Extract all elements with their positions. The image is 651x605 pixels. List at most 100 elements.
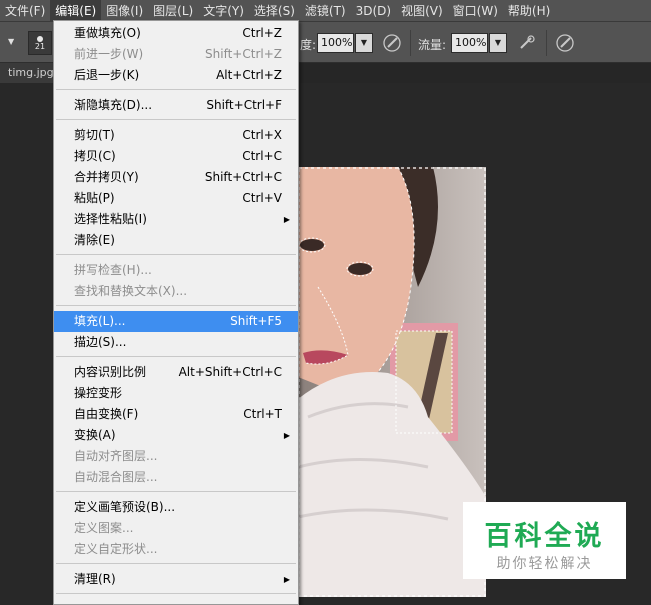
options-separator	[546, 30, 547, 56]
menu-item-define-brush-preset[interactable]: 定义画笔预设(B)...	[54, 497, 298, 518]
menu-item-paste[interactable]: 粘贴(P) Ctrl+V	[54, 188, 298, 209]
menu-item-puppet-warp[interactable]: 操控变形	[54, 383, 298, 404]
brush-preset-picker[interactable]: ▼ 21	[4, 31, 52, 55]
menu-item-shortcut: Alt+Shift+Ctrl+C	[178, 365, 282, 379]
menu-item-copy-merged[interactable]: 合并拷贝(Y) Shift+Ctrl+C	[54, 167, 298, 188]
menu-item-label: 自由变换(F)	[74, 407, 139, 421]
submenu-arrow-icon: ▶	[283, 215, 290, 224]
menu-item-label: 渐隐填充(D)...	[74, 98, 153, 112]
menu-item-label: 前进一步(W)	[74, 47, 144, 61]
menu-item-shortcut: Ctrl+Z	[242, 26, 282, 40]
menu-help[interactable]: 帮助(H)	[503, 0, 555, 22]
menu-item-label: 自动对齐图层...	[74, 449, 158, 463]
menu-item-auto-align-layers[interactable]: 自动对齐图层...	[54, 446, 298, 467]
menu-type[interactable]: 文字(Y)	[198, 0, 249, 22]
menu-item-cut[interactable]: 剪切(T) Ctrl+X	[54, 125, 298, 146]
menu-edit[interactable]: 编辑(E)	[50, 0, 102, 22]
opacity-field[interactable]: 100%	[317, 33, 354, 53]
menu-item-shortcut: Ctrl+V	[242, 191, 282, 205]
menu-item-label: 合并拷贝(Y)	[74, 170, 139, 184]
menu-item-free-transform[interactable]: 自由变换(F) Ctrl+T	[54, 404, 298, 425]
menu-view[interactable]: 视图(V)	[396, 0, 448, 22]
menu-item-shortcut: Shift+Ctrl+F	[206, 98, 282, 112]
menu-item-define-pattern[interactable]: 定义图案...	[54, 518, 298, 539]
watermark-title: 百科全说	[484, 521, 605, 552]
menu-item-shortcut: Ctrl+C	[242, 149, 282, 163]
menu-item-label: 查找和替换文本(X)...	[74, 284, 188, 298]
menu-filter[interactable]: 滤镜(T)	[300, 0, 351, 22]
menu-item-step-forward[interactable]: 前进一步(W) Shift+Ctrl+Z	[54, 44, 298, 65]
menu-separator	[56, 491, 296, 492]
caret-down-icon: ▼	[8, 37, 15, 46]
menu-bar: 文件(F) 编辑(E) 图像(I) 图层(L) 文字(Y) 选择(S) 滤镜(T…	[0, 0, 651, 22]
menu-item-purge[interactable]: 清理(R) ▶	[54, 569, 298, 590]
document-tab[interactable]: timg.jpg	[0, 63, 56, 83]
menu-select[interactable]: 选择(S)	[249, 0, 300, 22]
menu-item-auto-blend-layers[interactable]: 自动混合图层...	[54, 467, 298, 488]
menu-item-label: 粘贴(P)	[74, 191, 115, 205]
brush-size-label: 21	[34, 41, 46, 51]
menu-item-fill[interactable]: 填充(L)... Shift+F5	[54, 311, 298, 332]
menu-item-clear[interactable]: 清除(E)	[54, 230, 298, 251]
document-tab-label: timg.jpg	[8, 66, 54, 79]
menu-separator	[56, 89, 296, 90]
menu-image[interactable]: 图像(I)	[101, 0, 148, 22]
opacity-dropdown[interactable]: ▼	[355, 33, 373, 53]
menu-item-label: 选择性粘贴(I)	[74, 212, 147, 226]
menu-separator	[56, 593, 296, 594]
menu-item-label: 定义自定形状...	[74, 542, 158, 556]
edit-menu-dropdown: 重做填充(O) Ctrl+Z 前进一步(W) Shift+Ctrl+Z 后退一步…	[53, 20, 299, 605]
pressure-size-icon[interactable]	[554, 32, 576, 54]
flow-field[interactable]: 100%	[451, 33, 488, 53]
menu-item-label: 操控变形	[74, 386, 123, 400]
menu-item-shortcut: Shift+Ctrl+C	[204, 170, 282, 184]
menu-layer[interactable]: 图层(L)	[148, 0, 198, 22]
menu-item-fade-fill[interactable]: 渐隐填充(D)... Shift+Ctrl+F	[54, 95, 298, 116]
menu-item-label: 剪切(T)	[74, 128, 115, 142]
canvas-photo	[298, 167, 486, 597]
submenu-arrow-icon: ▶	[283, 575, 290, 584]
menu-item-label: 自动混合图层...	[74, 470, 158, 484]
menu-item-label: 清除(E)	[74, 233, 115, 247]
menu-item-content-aware-scale[interactable]: 内容识别比例 Alt+Shift+Ctrl+C	[54, 362, 298, 383]
menu-item-check-spelling[interactable]: 拼写检查(H)...	[54, 260, 298, 281]
menu-separator	[56, 305, 296, 306]
menu-item-label: 定义画笔预设(B)...	[74, 500, 176, 514]
menu-item-step-backward[interactable]: 后退一步(K) Alt+Ctrl+Z	[54, 65, 298, 86]
menu-item-shortcut: Ctrl+X	[242, 128, 282, 142]
menu-item-redo-fill[interactable]: 重做填充(O) Ctrl+Z	[54, 23, 298, 44]
opacity-label: 度:	[300, 38, 317, 52]
menu-separator	[56, 563, 296, 564]
menu-separator	[56, 254, 296, 255]
menu-item-label: 清理(R)	[74, 572, 116, 586]
menu-item-define-custom-shape[interactable]: 定义自定形状...	[54, 539, 298, 560]
menu-item-label: 变换(A)	[74, 428, 116, 442]
flow-dropdown[interactable]: ▼	[489, 33, 507, 53]
menu-3d[interactable]: 3D(D)	[351, 0, 396, 22]
menu-item-label: 定义图案...	[74, 521, 134, 535]
menu-window[interactable]: 窗口(W)	[448, 0, 503, 22]
airbrush-icon[interactable]	[516, 32, 538, 54]
menu-file[interactable]: 文件(F)	[0, 0, 50, 22]
options-separator	[410, 30, 411, 56]
menu-item-label: 拷贝(C)	[74, 149, 116, 163]
menu-item-label: 重做填充(O)	[74, 26, 141, 40]
pressure-opacity-icon[interactable]	[381, 32, 403, 54]
watermark-logo: 百科全说 助你轻松解决	[463, 502, 626, 579]
menu-item-label: 描边(S)...	[74, 335, 127, 349]
brush-tip-icon: 21	[28, 31, 52, 55]
menu-item-transform[interactable]: 变换(A) ▶	[54, 425, 298, 446]
menu-item-shortcut: Alt+Ctrl+Z	[216, 68, 282, 82]
menu-item-label: 内容识别比例	[74, 365, 147, 379]
menu-item-copy[interactable]: 拷贝(C) Ctrl+C	[54, 146, 298, 167]
menu-item-shortcut: Shift+F5	[230, 314, 282, 328]
menu-item-shortcut: Shift+Ctrl+Z	[205, 47, 282, 61]
menu-item-label: 后退一步(K)	[74, 68, 140, 82]
flow-label: 流量:	[418, 38, 447, 52]
menu-item-label: 拼写检查(H)...	[74, 263, 152, 277]
watermark-subtitle: 助你轻松解决	[496, 556, 593, 572]
menu-item-find-replace-text[interactable]: 查找和替换文本(X)...	[54, 281, 298, 302]
menu-item-stroke[interactable]: 描边(S)...	[54, 332, 298, 353]
menu-item-label: 填充(L)...	[74, 314, 126, 328]
menu-item-paste-special[interactable]: 选择性粘贴(I) ▶	[54, 209, 298, 230]
